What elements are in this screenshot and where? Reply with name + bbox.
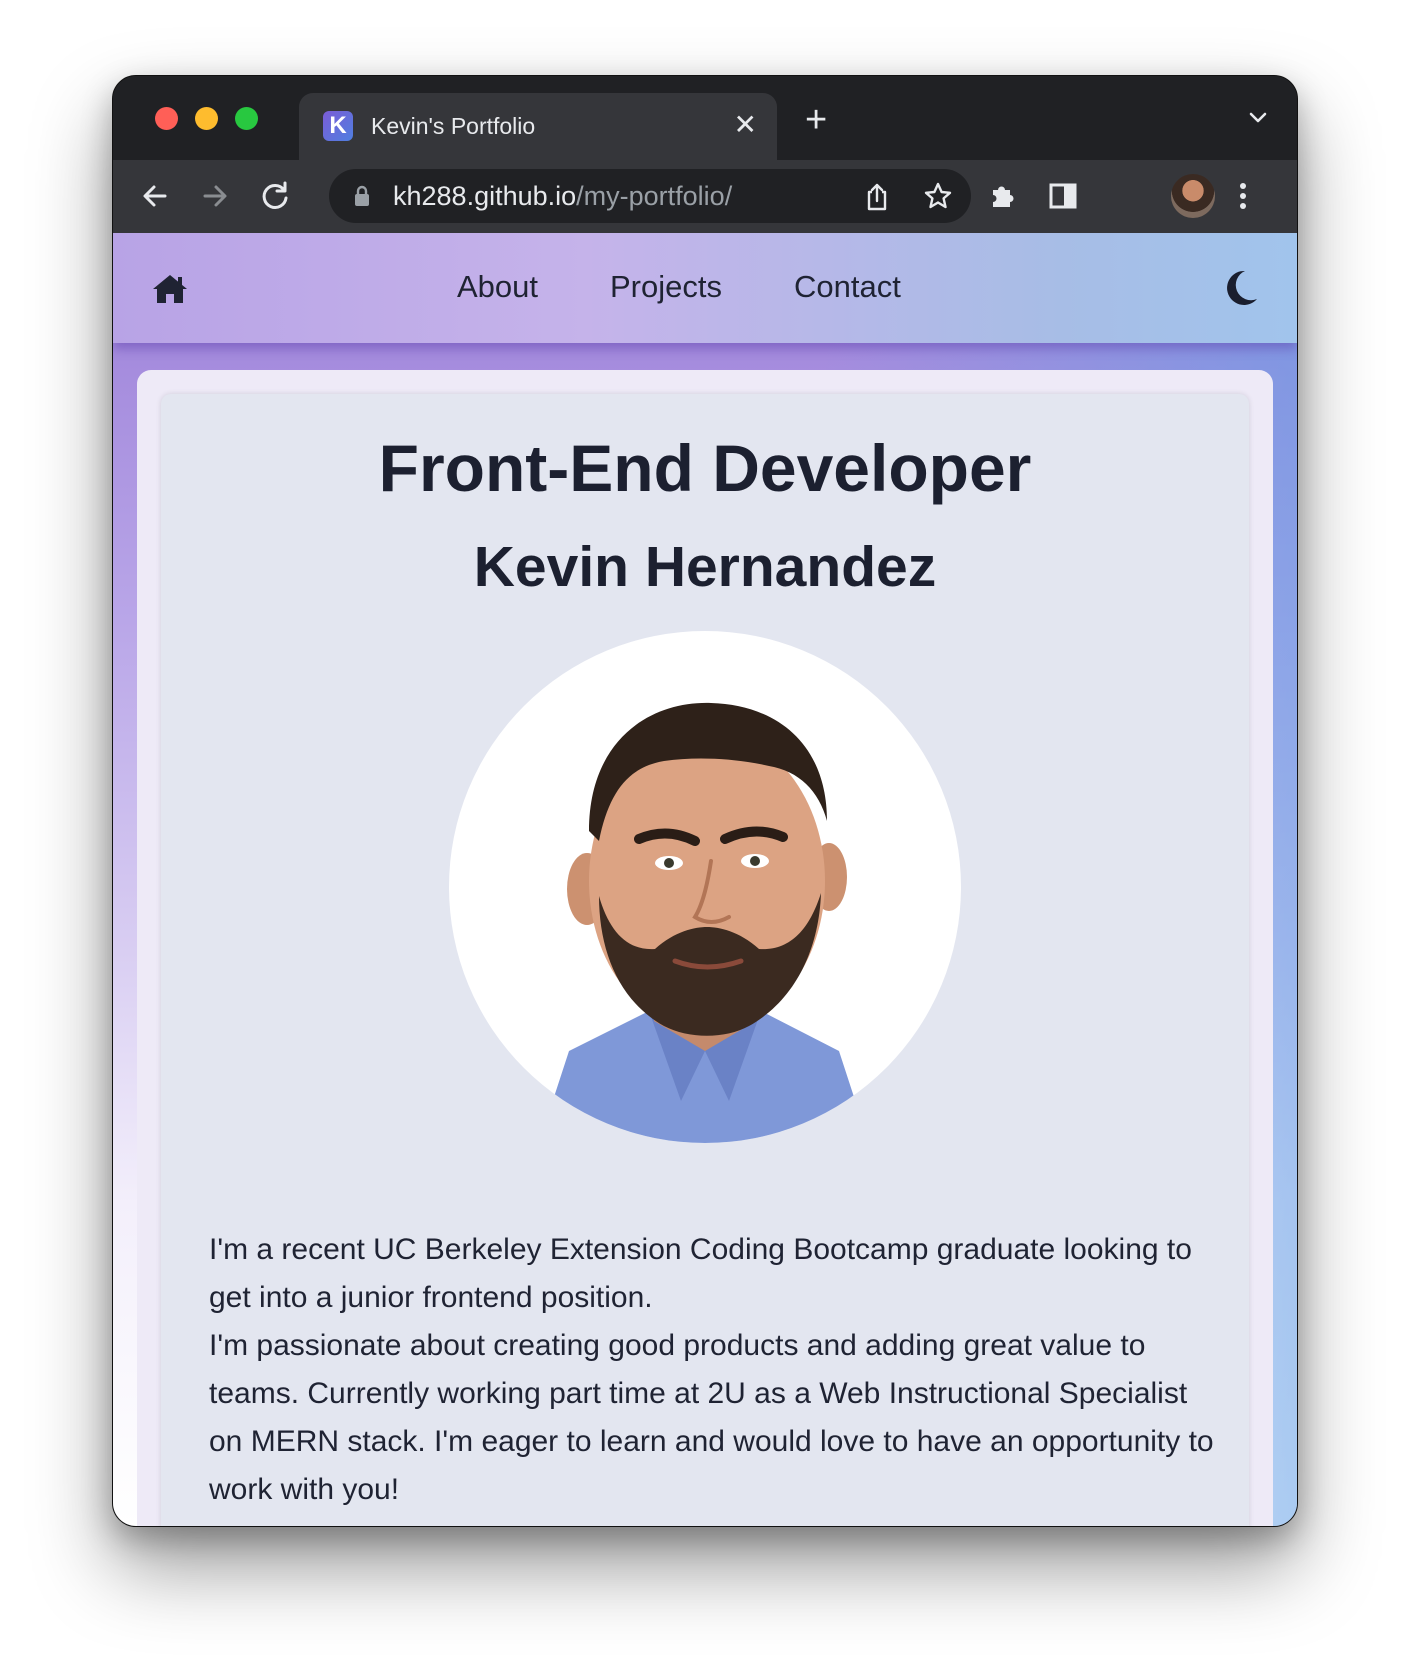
hero-card: Front-End Developer Kevin Hernandez I'm … xyxy=(161,394,1249,1526)
more-menu-icon[interactable] xyxy=(1225,178,1261,214)
minimize-window-button[interactable] xyxy=(195,107,218,130)
tab-title: Kevin's Portfolio xyxy=(371,113,536,139)
back-arrow-icon[interactable] xyxy=(137,178,173,214)
page-title: Front-End Developer xyxy=(378,431,1032,505)
nav-about[interactable]: About xyxy=(457,269,538,305)
home-icon[interactable] xyxy=(151,273,189,310)
address-bar[interactable]: kh288.github.io/my-portfolio/ xyxy=(329,169,971,223)
more-icon[interactable] xyxy=(1163,178,1199,214)
lock-icon[interactable] xyxy=(353,185,371,212)
chevron-down-icon[interactable] xyxy=(1247,106,1269,133)
bio-text: I'm a recent UC Berkeley Extension Codin… xyxy=(209,1226,1219,1514)
moon-icon[interactable] xyxy=(1223,269,1259,312)
url-path: /my-portfolio/ xyxy=(576,181,733,211)
tab-strip: K Kevin's Portfolio ✕ + xyxy=(113,76,1297,160)
side-panel-icon[interactable] xyxy=(1045,178,1081,214)
page-viewport: About Projects Contact Front-End Develop… xyxy=(113,233,1297,1526)
maximize-window-button[interactable] xyxy=(235,107,258,130)
url-host: kh288.github.io xyxy=(393,181,577,211)
star-icon[interactable] xyxy=(923,181,953,216)
profile-photo xyxy=(449,631,961,1143)
site-navbar: About Projects Contact xyxy=(113,233,1297,343)
tab-kevins-portfolio[interactable]: K Kevin's Portfolio ✕ xyxy=(299,93,777,160)
nav-contact[interactable]: Contact xyxy=(794,269,901,305)
plus-icon[interactable]: + xyxy=(805,101,827,139)
bio-paragraph-1: I'm a recent UC Berkeley Extension Codin… xyxy=(209,1233,1192,1314)
favicon-icon: K xyxy=(323,111,353,141)
forward-arrow-icon[interactable] xyxy=(197,178,233,214)
close-icon[interactable]: ✕ xyxy=(734,109,757,141)
url-text: kh288.github.io/my-portfolio/ xyxy=(393,181,732,211)
nav-projects[interactable]: Projects xyxy=(610,269,722,305)
extensions-icon[interactable] xyxy=(985,178,1021,214)
browser-toolbar: kh288.github.io/my-portfolio/ xyxy=(113,160,1297,233)
close-window-button[interactable] xyxy=(155,107,178,130)
browser-window: K Kevin's Portfolio ✕ + kh288.github.io/… xyxy=(112,75,1298,1527)
developer-name: Kevin Hernandez xyxy=(473,535,937,599)
bio-paragraph-2: I'm passionate about creating good produ… xyxy=(209,1329,1214,1506)
reload-icon[interactable] xyxy=(257,178,293,214)
share-icon[interactable] xyxy=(863,182,891,217)
